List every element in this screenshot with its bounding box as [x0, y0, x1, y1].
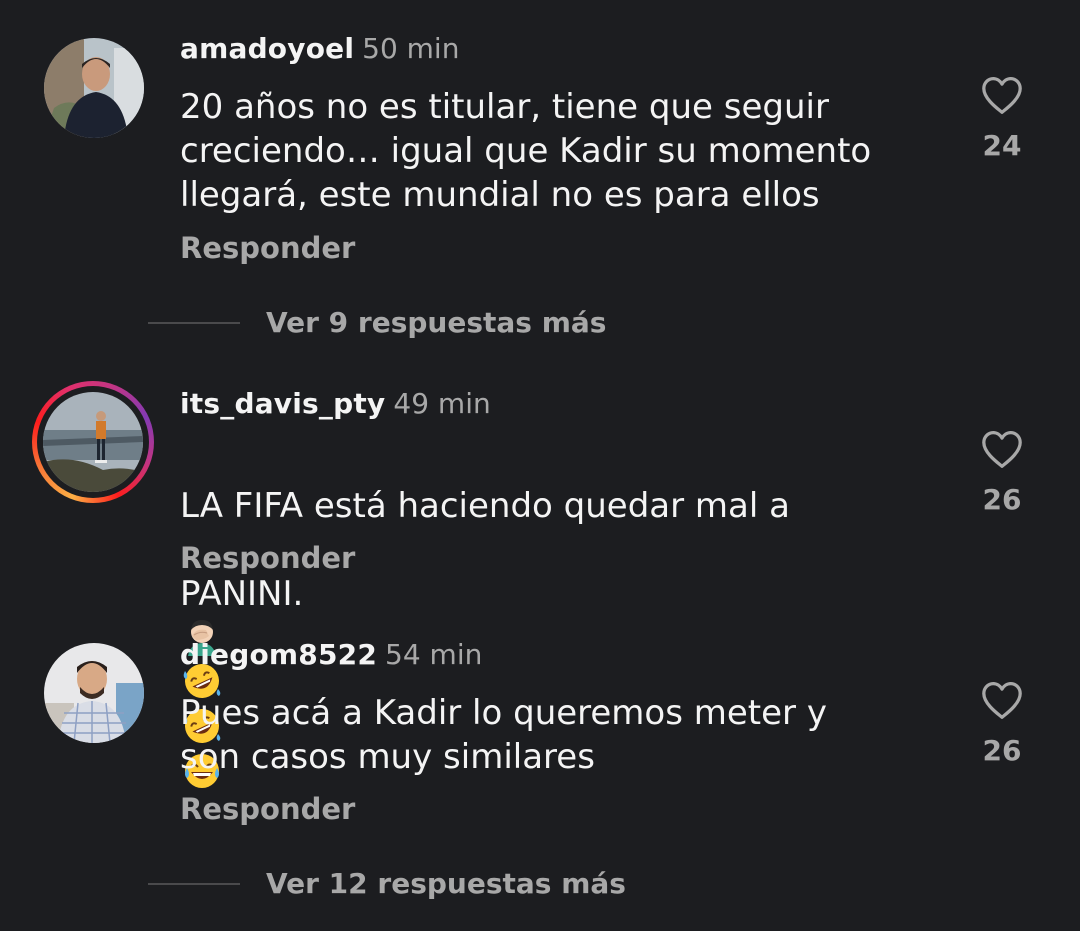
- comment-header: diegom8522 54 min: [180, 638, 482, 672]
- like-count: 26: [982, 483, 1022, 516]
- like-button[interactable]: 26: [976, 680, 1028, 768]
- like-count: 26: [982, 734, 1022, 767]
- username[interactable]: amadoyoel: [180, 32, 354, 65]
- comment-header: its_davis_pty 49 min: [180, 387, 491, 421]
- like-button[interactable]: 24: [976, 75, 1028, 163]
- like-button[interactable]: 26: [976, 429, 1028, 517]
- comment-text-line: PANINI.: [180, 574, 304, 614]
- comment-header: amadoyoel 50 min: [180, 32, 459, 66]
- username[interactable]: its_davis_pty: [180, 387, 385, 420]
- heart-outline-icon[interactable]: [980, 429, 1024, 469]
- timestamp: 50 min: [362, 32, 460, 65]
- divider: [148, 322, 240, 324]
- timestamp: 49 min: [393, 387, 491, 420]
- timestamp: 54 min: [385, 638, 483, 671]
- reply-button[interactable]: Responder: [180, 792, 355, 826]
- username[interactable]: diegom8522: [180, 638, 377, 671]
- view-replies-label[interactable]: Ver 9 respuestas más: [266, 306, 606, 340]
- avatar[interactable]: [44, 643, 144, 743]
- reply-button[interactable]: Responder: [180, 231, 355, 265]
- like-count: 24: [982, 129, 1022, 162]
- view-replies-button[interactable]: Ver 12 respuestas más: [148, 867, 626, 901]
- view-replies-label[interactable]: Ver 12 respuestas más: [266, 867, 626, 901]
- avatar[interactable]: [44, 38, 144, 138]
- avatar[interactable]: [43, 392, 143, 492]
- comment-text: 20 años no es titular, tiene que seguir …: [180, 87, 872, 215]
- divider: [148, 883, 240, 885]
- comment-text-line: LA FIFA está haciendo quedar mal a: [180, 486, 790, 526]
- comment-text: Pues acá a Kadir lo queremos meter y son…: [180, 693, 827, 777]
- heart-outline-icon[interactable]: [980, 680, 1024, 720]
- view-replies-button[interactable]: Ver 9 respuestas más: [148, 306, 606, 340]
- heart-outline-icon[interactable]: [980, 75, 1024, 115]
- reply-button[interactable]: Responder: [180, 541, 355, 575]
